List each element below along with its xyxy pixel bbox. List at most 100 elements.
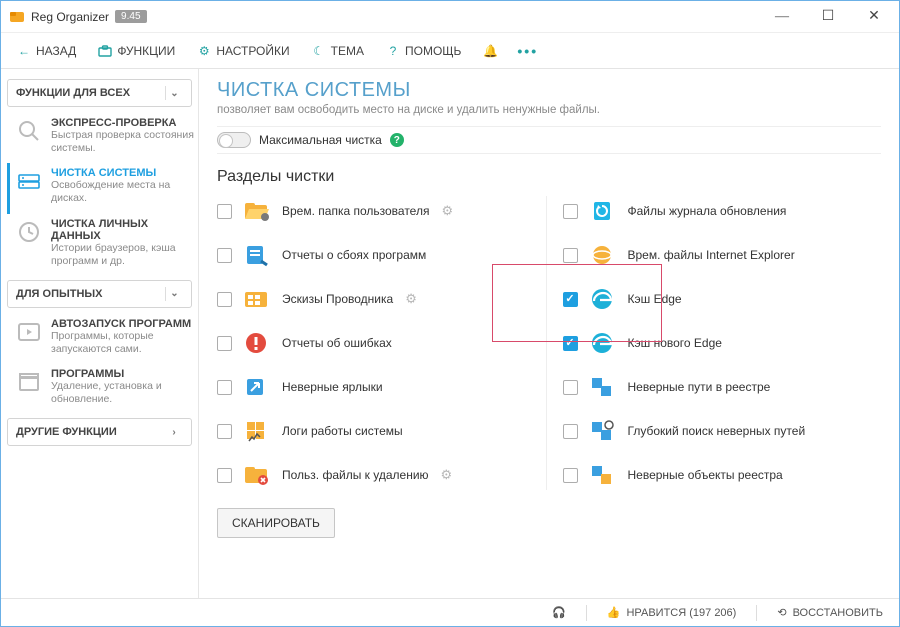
checkbox[interactable] — [563, 292, 578, 307]
magnifier-icon — [15, 117, 43, 145]
item-update-log-files: Файлы журнала обновления — [563, 196, 882, 226]
ie-icon — [588, 242, 618, 268]
titlebar: Reg Organizer 9.45 — ☐ ✕ — [1, 1, 899, 33]
max-clean-label: Максимальная чистка — [259, 133, 382, 147]
chevron-down-icon: ⌄ — [165, 287, 183, 301]
gear-icon[interactable]: ⚙ — [405, 291, 417, 307]
sidebar-group-advanced[interactable]: ДЛЯ ОПЫТНЫХ ⌄ — [7, 280, 192, 308]
disk-icon — [15, 167, 43, 195]
shortcut-icon — [242, 374, 272, 400]
help-button[interactable]: ? ПОМОЩЬ — [378, 40, 469, 62]
sidebar-item-startup[interactable]: АВТОЗАПУСК ПРОГРАММ Программы, которые з… — [7, 314, 198, 364]
item-crash-reports: Отчеты о сбоях программ — [217, 240, 536, 270]
checkbox[interactable] — [217, 204, 232, 219]
gear-icon[interactable]: ⚙ — [441, 203, 453, 219]
functions-label: ФУНКЦИИ — [117, 44, 175, 58]
registry-objects-icon — [588, 462, 618, 488]
registry-search-icon — [588, 418, 618, 444]
minimize-button[interactable]: — — [759, 1, 805, 33]
scan-button[interactable]: СКАНИРОВАТЬ — [217, 508, 335, 538]
divider — [586, 605, 587, 621]
sidebar-item-desc: Удаление, установка и обновление. — [51, 380, 194, 406]
notifications-button[interactable]: 🔔 — [475, 40, 505, 62]
edge-icon — [588, 286, 618, 312]
app-title: Reg Organizer — [31, 10, 109, 24]
briefcase-icon — [98, 44, 112, 58]
item-new-edge-cache: Кэш нового Edge — [563, 328, 882, 358]
sidebar-item-desc: Программы, которые запускаются сами. — [51, 330, 194, 356]
sidebar-item-title: ПРОГРАММЫ — [51, 368, 194, 380]
theme-button[interactable]: ☾ ТЕМА — [304, 40, 372, 62]
sidebar-item-desc: Быстрая проверка состояния системы. — [51, 129, 194, 155]
sidebar-item-title: ЧИСТКА СИСТЕМЫ — [51, 167, 194, 179]
checkbox[interactable] — [563, 248, 578, 263]
chevron-down-icon: ⌄ — [165, 86, 183, 100]
support-button[interactable]: 🎧 — [546, 603, 572, 622]
item-deep-invalid-paths: Глубокий поиск неверных путей — [563, 416, 882, 446]
help-label: ПОМОЩЬ — [405, 44, 461, 58]
cleanup-column-right: Файлы журнала обновления Врем. файлы Int… — [546, 196, 882, 490]
more-button[interactable]: ••• — [511, 41, 544, 61]
sidebar-item-title: АВТОЗАПУСК ПРОГРАММ — [51, 318, 194, 330]
sidebar-group-all[interactable]: ФУНКЦИИ ДЛЯ ВСЕХ ⌄ — [7, 79, 192, 107]
checkbox[interactable] — [563, 336, 578, 351]
close-button[interactable]: ✕ — [851, 1, 897, 33]
checkbox[interactable] — [563, 468, 578, 483]
restore-button[interactable]: ⟲ ВОССТАНОВИТЬ — [771, 603, 889, 622]
sidebar-item-title: ЭКСПРЕСС-ПРОВЕРКА — [51, 117, 194, 129]
app-window: Reg Organizer 9.45 — ☐ ✕ ← НАЗАД ФУНКЦИИ… — [0, 0, 900, 627]
sidebar-item-desc: Истории браузеров, кэша программ и др. — [51, 242, 194, 268]
box-icon — [15, 368, 43, 396]
statusbar: 🎧 👍 НРАВИТСЯ (197 206) ⟲ ВОССТАНОВИТЬ — [1, 598, 899, 626]
checkbox[interactable] — [217, 424, 232, 439]
bell-icon: 🔔 — [483, 44, 497, 58]
headset-icon: 🎧 — [552, 606, 566, 619]
version-badge: 9.45 — [115, 10, 146, 23]
item-label: Глубокий поиск неверных путей — [628, 424, 806, 438]
sidebar-item-desc: Освобождение места на дисках. — [51, 179, 194, 205]
warning-icon — [242, 330, 272, 356]
item-label: Отчеты о сбоях программ — [282, 248, 426, 262]
item-label: Неверные объекты реестра — [628, 468, 783, 482]
arrow-left-icon: ← — [17, 44, 31, 58]
cleanup-column-left: Врем. папка пользователя ⚙ Отчеты о сбоя… — [217, 196, 536, 490]
back-button[interactable]: ← НАЗАД — [9, 40, 84, 62]
checkbox[interactable] — [217, 380, 232, 395]
sidebar-item-personal-data-cleanup[interactable]: ЧИСТКА ЛИЧНЫХ ДАННЫХ Истории браузеров, … — [7, 214, 198, 276]
checkbox[interactable] — [217, 468, 232, 483]
functions-button[interactable]: ФУНКЦИИ — [90, 40, 183, 62]
sidebar-item-programs[interactable]: ПРОГРАММЫ Удаление, установка и обновлен… — [7, 364, 198, 414]
max-clean-toggle[interactable] — [217, 132, 251, 148]
update-log-icon — [588, 198, 618, 224]
gear-icon[interactable]: ⚙ — [441, 467, 453, 483]
edge-icon — [588, 330, 618, 356]
item-ie-temp-files: Врем. файлы Internet Explorer — [563, 240, 882, 270]
checkbox[interactable] — [563, 380, 578, 395]
main-panel: ЧИСТКА СИСТЕМЫ позволяет вам освободить … — [199, 69, 899, 598]
like-label: НРАВИТСЯ (197 206) — [626, 607, 736, 619]
folder-user-icon — [242, 198, 272, 224]
sidebar-group-advanced-label: ДЛЯ ОПЫТНЫХ — [16, 288, 103, 300]
app-icon — [9, 9, 25, 25]
sidebar-item-express-check[interactable]: ЭКСПРЕСС-ПРОВЕРКА Быстрая проверка состо… — [7, 113, 198, 163]
like-button[interactable]: 👍 НРАВИТСЯ (197 206) — [601, 603, 743, 622]
item-label: Кэш нового Edge — [628, 336, 722, 350]
checkbox[interactable] — [217, 248, 232, 263]
sidebar-item-system-cleanup[interactable]: ЧИСТКА СИСТЕМЫ Освобождение места на дис… — [7, 163, 198, 213]
item-explorer-thumbnails: Эскизы Проводника ⚙ — [217, 284, 536, 314]
checkbox[interactable] — [563, 424, 578, 439]
sections-title: Разделы чистки — [217, 168, 881, 186]
restore-label: ВОССТАНОВИТЬ — [793, 607, 883, 619]
help-badge-icon[interactable]: ? — [390, 133, 404, 147]
checkbox[interactable] — [217, 336, 232, 351]
item-system-logs: Логи работы системы — [217, 416, 536, 446]
checkbox[interactable] — [563, 204, 578, 219]
sidebar-group-other[interactable]: ДРУГИЕ ФУНКЦИИ › — [7, 418, 192, 446]
settings-button[interactable]: ⚙ НАСТРОЙКИ — [189, 40, 297, 62]
maximize-button[interactable]: ☐ — [805, 1, 851, 33]
theme-label: ТЕМА — [331, 44, 364, 58]
checkbox[interactable] — [217, 292, 232, 307]
cleanup-columns: Врем. папка пользователя ⚙ Отчеты о сбоя… — [217, 196, 881, 490]
report-icon — [242, 242, 272, 268]
folder-delete-icon — [242, 462, 272, 488]
